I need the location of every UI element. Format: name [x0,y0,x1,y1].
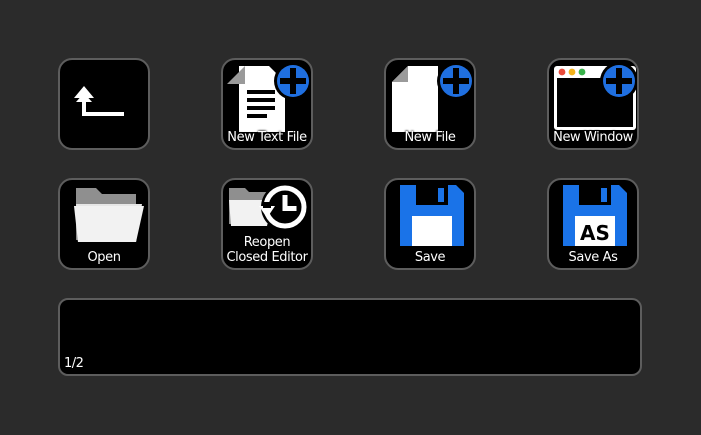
open-button[interactable]: Open [58,178,150,270]
new-file-button[interactable]: New File [384,58,476,150]
plus-badge-icon [437,62,474,100]
new-window-label: New Window [553,130,633,145]
info-bar: 1/2 [58,298,642,376]
save-as-badge: AS [580,221,610,245]
page-indicator: 1/2 [64,356,84,371]
open-label: Open [87,250,121,265]
new-text-file-label: New Text File [227,130,307,145]
back-button[interactable] [58,58,150,150]
plus-badge-icon [600,62,637,100]
new-file-label: New File [404,130,456,145]
new-text-file-button[interactable]: New Text File [221,58,313,150]
save-as-label: Save As [568,250,618,265]
save-label: Save [414,250,446,265]
plus-badge-icon [274,62,311,100]
new-window-button[interactable]: New Window [547,58,639,150]
back-arrow-icon [74,86,124,116]
stream-deck-panel: New Text File New File New Window Open R… [0,0,701,435]
reopen-closed-editor-label: Reopen Closed Editor [226,235,308,265]
save-as-button[interactable]: AS Save As [547,178,639,270]
save-button[interactable]: Save [384,178,476,270]
reopen-closed-editor-button[interactable]: Reopen Closed Editor [221,178,313,270]
